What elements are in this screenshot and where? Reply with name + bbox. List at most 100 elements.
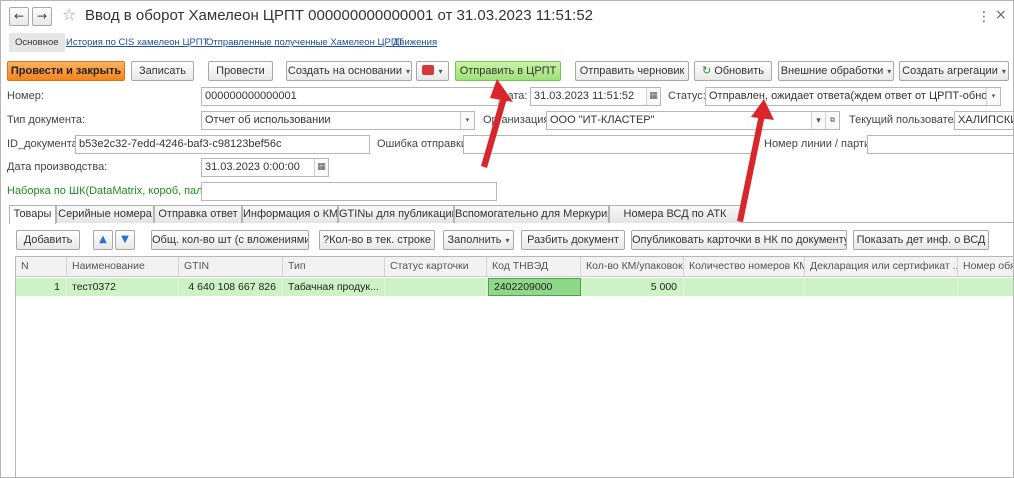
link-sent-received[interactable]: Отправленные полученные Хамелеон ЦРПТ [206, 33, 403, 52]
tab-gtin-publish[interactable]: GTINы для публикации [338, 205, 454, 223]
scan-barcode-field[interactable] [201, 182, 497, 201]
chevron-down-icon: ▾ [406, 67, 411, 76]
production-date-value: 31.03.2023 0:00:00 [205, 161, 300, 173]
tab-strip: Товары Серийные номера Отправка ответ Ин… [9, 205, 1013, 224]
column-type[interactable]: Тип [283, 257, 385, 276]
send-draft-button[interactable]: Отправить черновик [575, 61, 689, 81]
post-and-close-button[interactable]: Провести и закрыть [7, 61, 125, 81]
cell-tnved[interactable]: 2402209000 [488, 278, 581, 296]
tab-km-info[interactable]: Информация о КМ [242, 205, 338, 223]
scan-barcode-label: Наборка по ШК(DataMatrix, короб, паллет)… [7, 185, 227, 197]
column-obligation[interactable]: Номер обяз... [958, 257, 1013, 276]
chevron-down-icon: ▾ [887, 67, 892, 76]
send-error-field[interactable] [463, 135, 757, 154]
create-aggregation-button[interactable]: Создать агрегации ▾ [899, 61, 1009, 81]
open-icon[interactable]: ⧉ [825, 112, 839, 129]
create-aggregation-label: Создать агрегации [902, 65, 998, 77]
title-bar: ← → ☆ Ввод в оборот Хамелеон ЦРПТ 000000… [1, 1, 1013, 32]
doc-id-label: ID_документа: [7, 138, 81, 150]
doc-type-label: Тип документа: [7, 114, 86, 126]
create-based-on-button[interactable]: Создать на основании ▾ [286, 61, 412, 81]
cell-n: 1 [16, 278, 67, 296]
organization-value: ООО "ИТ-КЛАСТЕР" [550, 114, 655, 126]
doc-type-select[interactable]: Отчет об использовании ▾ [201, 111, 475, 130]
organization-field[interactable]: ООО "ИТ-КЛАСТЕР" ▾ ⧉ [546, 111, 840, 130]
chevron-down-icon[interactable]: ▾ [811, 112, 825, 129]
total-quantity-button[interactable]: Общ. кол-во шт (с вложениями) [151, 230, 309, 250]
page-title: Ввод в оборот Хамелеон ЦРПТ 000000000000… [85, 7, 594, 24]
number-value: 000000000000001 [205, 90, 297, 102]
production-date-label: Дата производства: [7, 161, 108, 173]
fill-button[interactable]: Заполнить ▾ [443, 230, 514, 250]
publish-cards-button[interactable]: Опубликовать карточки в НК по документу▾ [631, 230, 847, 250]
chevron-down-icon: ▾ [438, 67, 443, 76]
doc-id-field[interactable]: b53e2c32-7edd-4246-baf3-c98123bef56c [75, 135, 370, 154]
date-label: Дата: [500, 90, 528, 102]
chevron-down-icon[interactable]: ▾ [460, 112, 474, 129]
create-based-on-label: Создать на основании [287, 65, 403, 77]
chevron-down-icon: ▾ [505, 236, 510, 245]
link-history[interactable]: История по CIS хамелеон ЦРПТ [66, 33, 208, 52]
move-down-icon[interactable]: ▼ [115, 230, 135, 250]
split-document-button[interactable]: Разбить документ [521, 230, 625, 250]
current-user-label: Текущий пользователь: [849, 114, 969, 126]
column-km-count[interactable]: Количество номеров КМ [684, 257, 805, 276]
cell-card-status [385, 278, 487, 296]
date-field[interactable]: 31.03.2023 11:51:52 ▦ [530, 87, 661, 106]
line-number-field[interactable] [867, 135, 1013, 154]
command-bar: Провести и закрыть Записать Провести Соз… [1, 59, 1013, 83]
back-icon[interactable]: ← [9, 7, 29, 26]
column-n[interactable]: N [16, 257, 67, 276]
link-main[interactable]: Основное [9, 33, 65, 52]
post-button[interactable]: Провести [208, 61, 273, 81]
tab-vsd-numbers[interactable]: Номера ВСД по АТК [609, 205, 741, 223]
calendar-icon[interactable]: ▦ [646, 88, 660, 105]
print-button[interactable]: ▾ [416, 61, 449, 81]
external-processing-button[interactable]: Внешние обработки ▾ [778, 61, 894, 81]
show-vsd-button[interactable]: Показать дет инф. о ВСД [853, 230, 989, 250]
cell-km-qty: 5 000 [581, 278, 684, 296]
add-row-button[interactable]: Добавить [16, 230, 80, 250]
more-icon[interactable]: ⋮ [977, 9, 991, 25]
column-name[interactable]: Наименование [67, 257, 179, 276]
forward-icon[interactable]: → [32, 7, 52, 26]
move-up-icon[interactable]: ▲ [93, 230, 113, 250]
column-card-status[interactable]: Статус карточки [385, 257, 487, 276]
tab-mercury-helper[interactable]: Вспомогательно для Меркурия [454, 205, 609, 223]
table-row[interactable]: 1 тест0372 4 640 108 667 826 Табачная пр… [16, 278, 1013, 296]
cell-gtin: 4 640 108 667 826 [179, 278, 283, 296]
send-error-label: Ошибка отправки: [377, 138, 471, 150]
close-icon[interactable]: × [995, 7, 1007, 23]
number-field[interactable]: 000000000000001 [201, 87, 499, 106]
document-window: ← → ☆ Ввод в оборот Хамелеон ЦРПТ 000000… [0, 0, 1014, 478]
link-movements[interactable]: Движения [393, 33, 437, 52]
production-date-field[interactable]: 31.03.2023 0:00:00 ▦ [201, 158, 329, 177]
status-value: Отправлен, ожидает ответа(ждем ответ от … [709, 90, 1001, 102]
tab-send-response[interactable]: Отправка ответ [154, 205, 242, 223]
chevron-down-icon[interactable]: ▾ [986, 88, 1000, 105]
print-icon [422, 65, 435, 75]
status-field[interactable]: Отправлен, ожидает ответа(ждем ответ от … [705, 87, 1001, 106]
cell-name: тест0372 [67, 278, 179, 296]
external-processing-label: Внешние обработки [780, 65, 884, 77]
organization-label: Организация: [483, 114, 553, 126]
section-links: Основное История по CIS хамелеон ЦРПТ От… [1, 32, 1013, 52]
tab-goods[interactable]: Товары [9, 205, 56, 224]
doc-type-value: Отчет об использовании [205, 114, 331, 126]
column-declaration[interactable]: Декларация или сертификат ... [805, 257, 958, 276]
send-to-crpt-button[interactable]: Отправить в ЦРПТ [455, 61, 561, 81]
current-user-field[interactable]: ХАЛИПСКИЙ [954, 111, 1013, 130]
refresh-button[interactable]: ↻ Обновить [694, 61, 772, 81]
cell-type: Табачная продук... [283, 278, 385, 296]
date-value: 31.03.2023 11:51:52 [534, 90, 635, 102]
tab-serial-numbers[interactable]: Серийные номера [56, 205, 154, 223]
column-gtin[interactable]: GTIN [179, 257, 283, 276]
calendar-icon[interactable]: ▦ [314, 159, 328, 176]
column-tnved[interactable]: Код ТНВЭД [487, 257, 581, 276]
save-button[interactable]: Записать [131, 61, 194, 81]
column-km-qty[interactable]: Кол-во КМ/упаковок [581, 257, 684, 276]
row-quantity-button[interactable]: ?Кол-во в тек. строке [319, 230, 435, 250]
cell-obligation [958, 278, 1013, 296]
favorite-star-icon[interactable]: ☆ [62, 5, 76, 24]
cell-declaration [805, 278, 958, 296]
